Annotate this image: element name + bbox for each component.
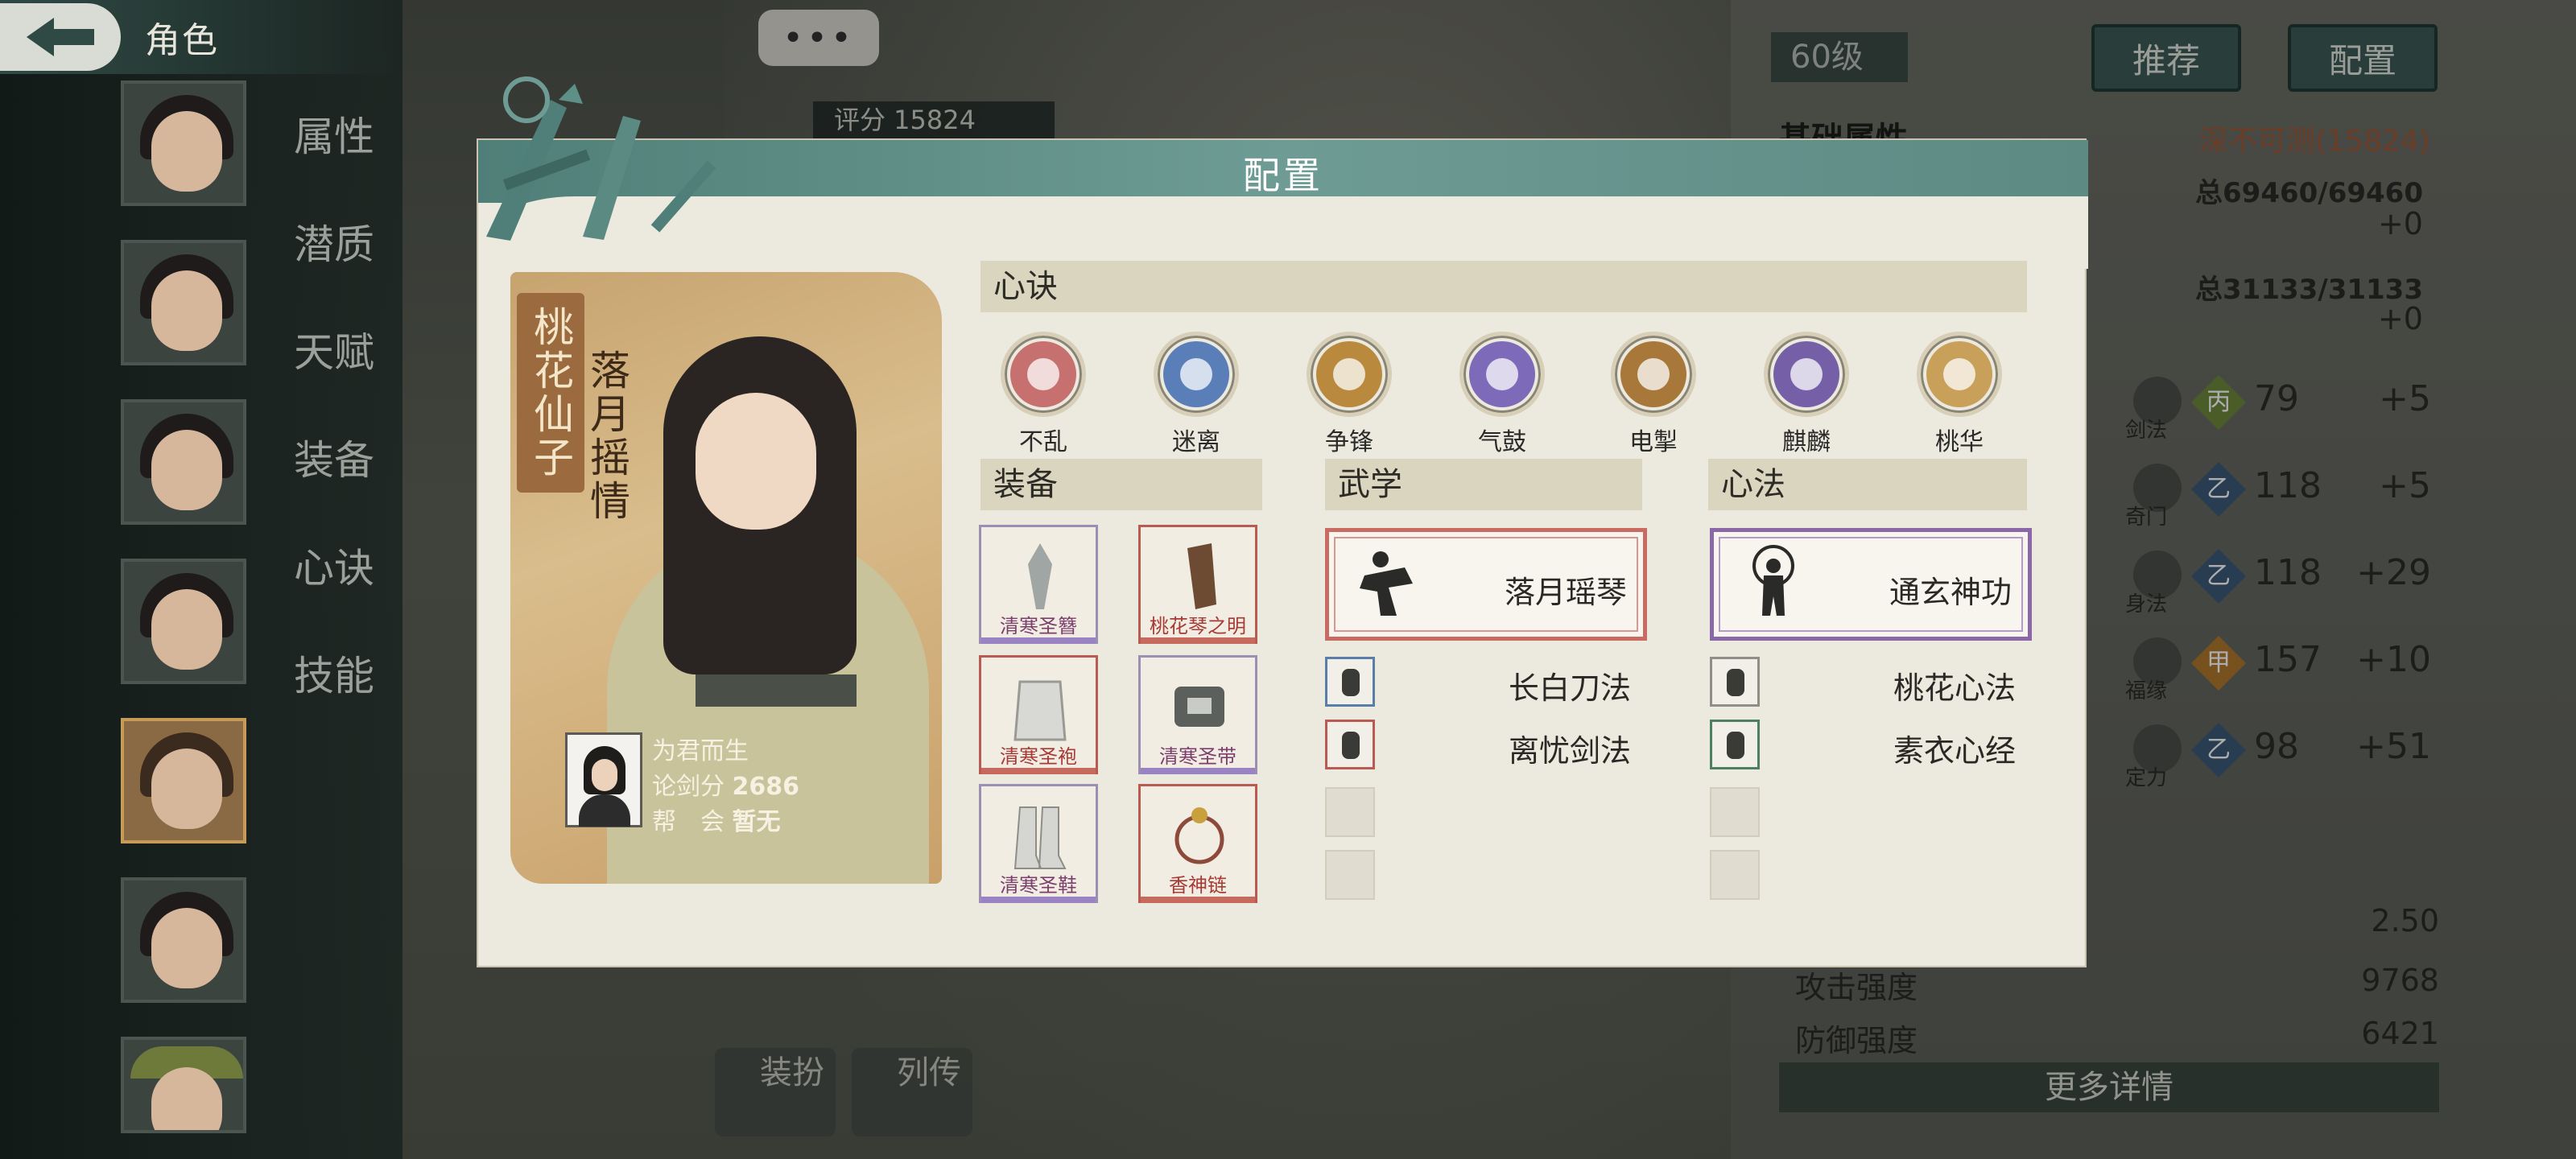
skill-icon — [1316, 341, 1382, 407]
robe-icon — [1013, 680, 1067, 741]
character-sidebar: 角色 属性 潜质 天赋 装备 心诀 技能 — [0, 0, 402, 1159]
page-title: 角色 — [145, 20, 219, 61]
menu-skills[interactable]: 技能 — [294, 644, 390, 752]
equipment-slot[interactable]: 清寒圣袍 — [979, 655, 1098, 774]
character-avatar[interactable] — [121, 877, 246, 1003]
empty-slot[interactable] — [1710, 850, 1760, 900]
belt-icon — [1174, 687, 1224, 727]
skill-icon — [1010, 341, 1076, 407]
portrait-sash — [696, 674, 857, 707]
necklace-icon — [1174, 807, 1224, 864]
heart-skill[interactable]: 争锋 — [1301, 332, 1397, 457]
empty-slot[interactable] — [1325, 787, 1375, 837]
menu-attributes[interactable]: 属性 — [294, 105, 390, 212]
heart-section-header: 心诀 — [980, 261, 2027, 312]
heart-skill[interactable]: 不乱 — [995, 332, 1092, 457]
menu-talent[interactable]: 天赋 — [294, 320, 390, 428]
character-avatar[interactable] — [121, 559, 246, 684]
player-name: 为君而生 — [652, 737, 749, 765]
martial-main-skill[interactable]: 落月瑶琴 — [1325, 528, 1647, 641]
skill-icon — [1163, 341, 1229, 407]
portrait-name: 落月摇情 — [584, 349, 630, 523]
player-avatar[interactable] — [565, 732, 642, 827]
mind-sub-skill[interactable]: 素衣心经 — [1710, 720, 2032, 771]
config-modal: 配置 桃花仙子 落月摇情 为君而生 论剑分 2686 帮 会 暂无 心诀 不乱 … — [477, 76, 2088, 967]
skill-icon — [1926, 341, 1992, 407]
character-avatar[interactable] — [121, 240, 246, 365]
top-bar: 角色 — [0, 0, 402, 74]
sub-skill-icon — [1710, 657, 1760, 707]
meditation-figure-icon — [1752, 545, 1794, 616]
heart-skill[interactable]: 麒麟 — [1758, 332, 1855, 457]
equipment-section-header: 装备 — [980, 459, 1262, 510]
sub-skill-icon — [1325, 657, 1375, 707]
equipment-slot[interactable]: 清寒圣带 — [1138, 655, 1257, 774]
martial-section-header: 武学 — [1325, 459, 1642, 510]
equipment-slot[interactable]: 清寒圣簪 — [979, 525, 1098, 644]
sword-decoration-icon — [486, 76, 716, 241]
character-avatar[interactable] — [121, 80, 246, 206]
heart-skill[interactable]: 气鼓 — [1454, 332, 1550, 457]
side-menu: 属性 潜质 天赋 装备 心诀 技能 — [294, 105, 390, 752]
sword-score: 论剑分 2686 — [652, 773, 800, 801]
back-arrow-icon — [27, 18, 94, 56]
equipment-slot[interactable]: 桃花琴之明 — [1138, 525, 1257, 644]
equipment-slot[interactable]: 香神链 — [1138, 784, 1257, 903]
sub-skill-icon — [1710, 720, 1760, 769]
skill-icon — [1620, 341, 1686, 407]
avatar-list — [121, 80, 246, 1159]
sub-skill-icon — [1325, 720, 1375, 769]
martial-figure-icon — [1360, 551, 1413, 616]
menu-equipment[interactable]: 装备 — [294, 428, 390, 536]
mind-main-skill[interactable]: 通玄神功 — [1710, 528, 2032, 641]
equipment-slot[interactable]: 清寒圣鞋 — [979, 784, 1098, 903]
guild-info: 帮 会 暂无 — [652, 808, 781, 836]
empty-slot[interactable] — [1325, 850, 1375, 900]
martial-sub-skill[interactable]: 长白刀法 — [1325, 657, 1647, 708]
heart-skill[interactable]: 电掣 — [1605, 332, 1702, 457]
character-avatar-selected[interactable] — [121, 718, 246, 843]
empty-slot[interactable] — [1710, 787, 1760, 837]
menu-potential[interactable]: 潜质 — [294, 212, 390, 320]
heart-skill[interactable]: 桃华 — [1911, 332, 2008, 457]
mind-sub-skill[interactable]: 桃花心法 — [1710, 657, 2032, 708]
heart-skill[interactable]: 迷离 — [1148, 332, 1245, 457]
portrait-face — [696, 393, 816, 530]
portrait-title: 桃花仙子 — [517, 293, 584, 493]
skill-icon — [1469, 341, 1535, 407]
skill-icon — [1773, 341, 1839, 407]
mind-section-header: 心法 — [1708, 459, 2027, 510]
character-avatar[interactable] — [121, 399, 246, 525]
hairpin-icon — [1028, 543, 1052, 609]
menu-heart[interactable]: 心诀 — [294, 536, 390, 644]
martial-sub-skill[interactable]: 离忧剑法 — [1325, 720, 1647, 771]
boots-icon — [1013, 806, 1067, 869]
character-avatar[interactable] — [121, 1037, 246, 1133]
back-button[interactable] — [0, 3, 121, 71]
instrument-icon — [1187, 543, 1216, 609]
